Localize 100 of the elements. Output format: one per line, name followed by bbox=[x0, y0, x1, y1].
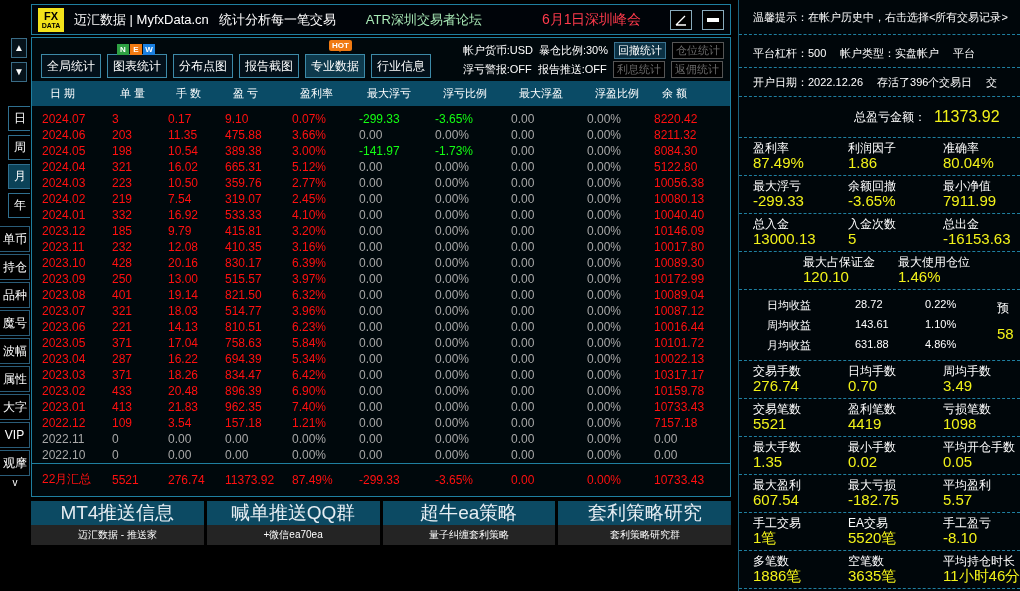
table-cell-text: 5122.80 bbox=[654, 159, 699, 174]
table-cell-text: 6.90% bbox=[292, 383, 328, 398]
table-cell-text: 8084.30 bbox=[654, 143, 699, 158]
column-header: 余 额 bbox=[661, 86, 689, 102]
stat-label: 亏损笔数 bbox=[943, 402, 992, 416]
toolbar-tab[interactable]: 报告截图 bbox=[239, 54, 299, 79]
side-tab[interactable]: VIP bbox=[0, 422, 30, 448]
table-cell-text: 0.00 bbox=[511, 447, 536, 462]
banner-title[interactable]: 超牛ea策略 bbox=[382, 501, 556, 525]
slogan: 统计分析每一笔交易 bbox=[218, 10, 336, 29]
toolbar-tab[interactable]: 行业信息 bbox=[371, 54, 431, 79]
side-tab[interactable]: 大字 bbox=[0, 394, 30, 420]
table-cell-text: 12.08 bbox=[168, 239, 200, 254]
stat-value: 1098 bbox=[943, 415, 977, 433]
minimize-icon bbox=[707, 17, 719, 22]
toolbar-tab[interactable]: 专业数据 bbox=[305, 54, 365, 79]
table-cell-text: 16.92 bbox=[168, 207, 200, 222]
table-cell-text: 0.00% bbox=[587, 207, 623, 222]
side-tab[interactable]: 波幅 bbox=[0, 338, 30, 364]
tip-text: 温馨提示：在帐户历史中，右击选择<所有交易记录> bbox=[753, 9, 1008, 25]
table-cell-text: 4.10% bbox=[292, 207, 328, 222]
toolbar-tab[interactable]: 图表统计 bbox=[107, 54, 167, 79]
stat-button[interactable]: 回撤统计 bbox=[614, 41, 666, 59]
scroll-button[interactable]: ▼ bbox=[11, 62, 27, 82]
table-cell-text: 0.00 bbox=[511, 255, 536, 270]
banner-title[interactable]: 喊单推送QQ群 bbox=[206, 501, 380, 525]
table-cell-text: 0.00 bbox=[359, 335, 384, 350]
table-cell-text: 3.00% bbox=[292, 143, 328, 158]
table-cell-text: 2023.06 bbox=[42, 319, 87, 334]
table-cell-text: 0.00 bbox=[359, 431, 384, 446]
banner-caption[interactable]: 套利策略研究群 bbox=[558, 525, 731, 545]
restore-button[interactable] bbox=[670, 9, 692, 30]
side-tab[interactable]: 观摩 bbox=[0, 450, 30, 476]
table-cell-text: 0.00% bbox=[587, 271, 623, 286]
table-cell-text: 10.50 bbox=[168, 175, 200, 190]
table-cell-text: 2023.01 bbox=[42, 399, 87, 414]
table-cell-text: 0.00 bbox=[511, 287, 536, 302]
table-cell-text: 0.00 bbox=[359, 159, 384, 174]
table-cell-text: 321 bbox=[112, 159, 134, 174]
table-cell-text: 10016.44 bbox=[654, 319, 706, 334]
period-tab[interactable]: 周 bbox=[8, 135, 30, 160]
table-cell-text: 0.00 bbox=[511, 175, 536, 190]
minimize-button[interactable] bbox=[702, 9, 724, 30]
table-cell-text: 665.31 bbox=[225, 159, 263, 174]
banner-title[interactable]: MT4推送信息 bbox=[31, 501, 204, 525]
table-cell-text: 0.00 bbox=[511, 399, 536, 414]
column-header: 手 数 bbox=[175, 86, 203, 102]
table-cell-text: 10080.13 bbox=[654, 191, 706, 206]
table-cell-text: 0.00 bbox=[359, 367, 384, 382]
table-cell-text: 428 bbox=[112, 255, 134, 270]
table-cell-text: 0.00% bbox=[587, 255, 623, 270]
table-cell-text: 758.63 bbox=[225, 335, 263, 350]
banner-caption[interactable]: 迈汇数据 - 推送家 bbox=[31, 525, 204, 545]
table-cell-text: 0.00 bbox=[511, 127, 536, 142]
toolbar-tab[interactable]: 全局统计 bbox=[41, 54, 101, 79]
side-tab[interactable]: 属性 bbox=[0, 366, 30, 392]
stat-label: 盈利笔数 bbox=[848, 402, 897, 416]
table-cell-text: 7.54 bbox=[168, 191, 193, 206]
table-cell-text: 0.00 bbox=[168, 447, 193, 462]
table-cell-text: 2024.03 bbox=[42, 175, 87, 190]
summary-cell-text: 0.00 bbox=[511, 473, 536, 487]
banner-title[interactable]: 套利策略研究 bbox=[558, 501, 731, 525]
table-cell-text: 10022.13 bbox=[654, 351, 706, 366]
table-cell-text: 0.00% bbox=[435, 287, 471, 302]
table-cell-text: 0.00% bbox=[435, 431, 471, 446]
period-tab[interactable]: 月 bbox=[8, 164, 30, 189]
side-tab[interactable]: 品种 bbox=[0, 282, 30, 308]
table-cell-text: 2023.05 bbox=[42, 335, 87, 350]
side-tab[interactable]: 单币 bbox=[0, 226, 30, 252]
table-cell-text: 0.00 bbox=[225, 431, 250, 446]
side-tab[interactable]: 持仓 bbox=[0, 254, 30, 280]
table-cell-text: 203 bbox=[112, 127, 134, 142]
table-cell-text: 0.00% bbox=[435, 351, 471, 366]
scroll-button[interactable]: ▲ bbox=[11, 38, 27, 58]
table-cell-text: 0.00% bbox=[435, 175, 471, 190]
table-cell-text: 2024.01 bbox=[42, 207, 87, 222]
table-cell-text: 0.00 bbox=[359, 127, 384, 142]
toolbar-tab[interactable]: 分布点图 bbox=[173, 54, 233, 79]
table-cell-text: 6.42% bbox=[292, 367, 328, 382]
stat-label: 平均盈利 bbox=[943, 478, 992, 492]
forum-link[interactable]: ATR深圳交易者论坛 bbox=[365, 10, 482, 29]
table-cell-text: 10159.78 bbox=[654, 383, 706, 398]
stat-label: EA交易 bbox=[848, 516, 889, 530]
table-cell-text: 0.00 bbox=[511, 319, 536, 334]
table-cell-text: 0.00 bbox=[511, 143, 536, 158]
stat-value: 1笔 bbox=[753, 529, 777, 547]
table-cell-text: -299.33 bbox=[359, 111, 401, 126]
table-cell-text: 2023.11 bbox=[42, 239, 86, 254]
side-tab[interactable]: 魔号 bbox=[0, 310, 30, 336]
stat-value: 7911.99 bbox=[943, 192, 998, 210]
table-cell-text: 2023.08 bbox=[42, 287, 87, 302]
table-cell-text: 198 bbox=[112, 143, 134, 158]
period-tab[interactable]: 日 bbox=[8, 106, 30, 131]
banner-caption[interactable]: 量子纠缠套利策略 bbox=[382, 525, 556, 545]
period-tab[interactable]: 年 bbox=[8, 193, 30, 218]
banner-caption[interactable]: +微信ea70ea bbox=[206, 525, 380, 545]
account-info: 浮亏警报:OFF bbox=[462, 61, 532, 77]
event-link[interactable]: 6月1日深圳峰会 bbox=[541, 10, 642, 29]
table-cell-text: 10089.30 bbox=[654, 255, 706, 270]
table-cell-text: 0.00 bbox=[359, 415, 384, 430]
